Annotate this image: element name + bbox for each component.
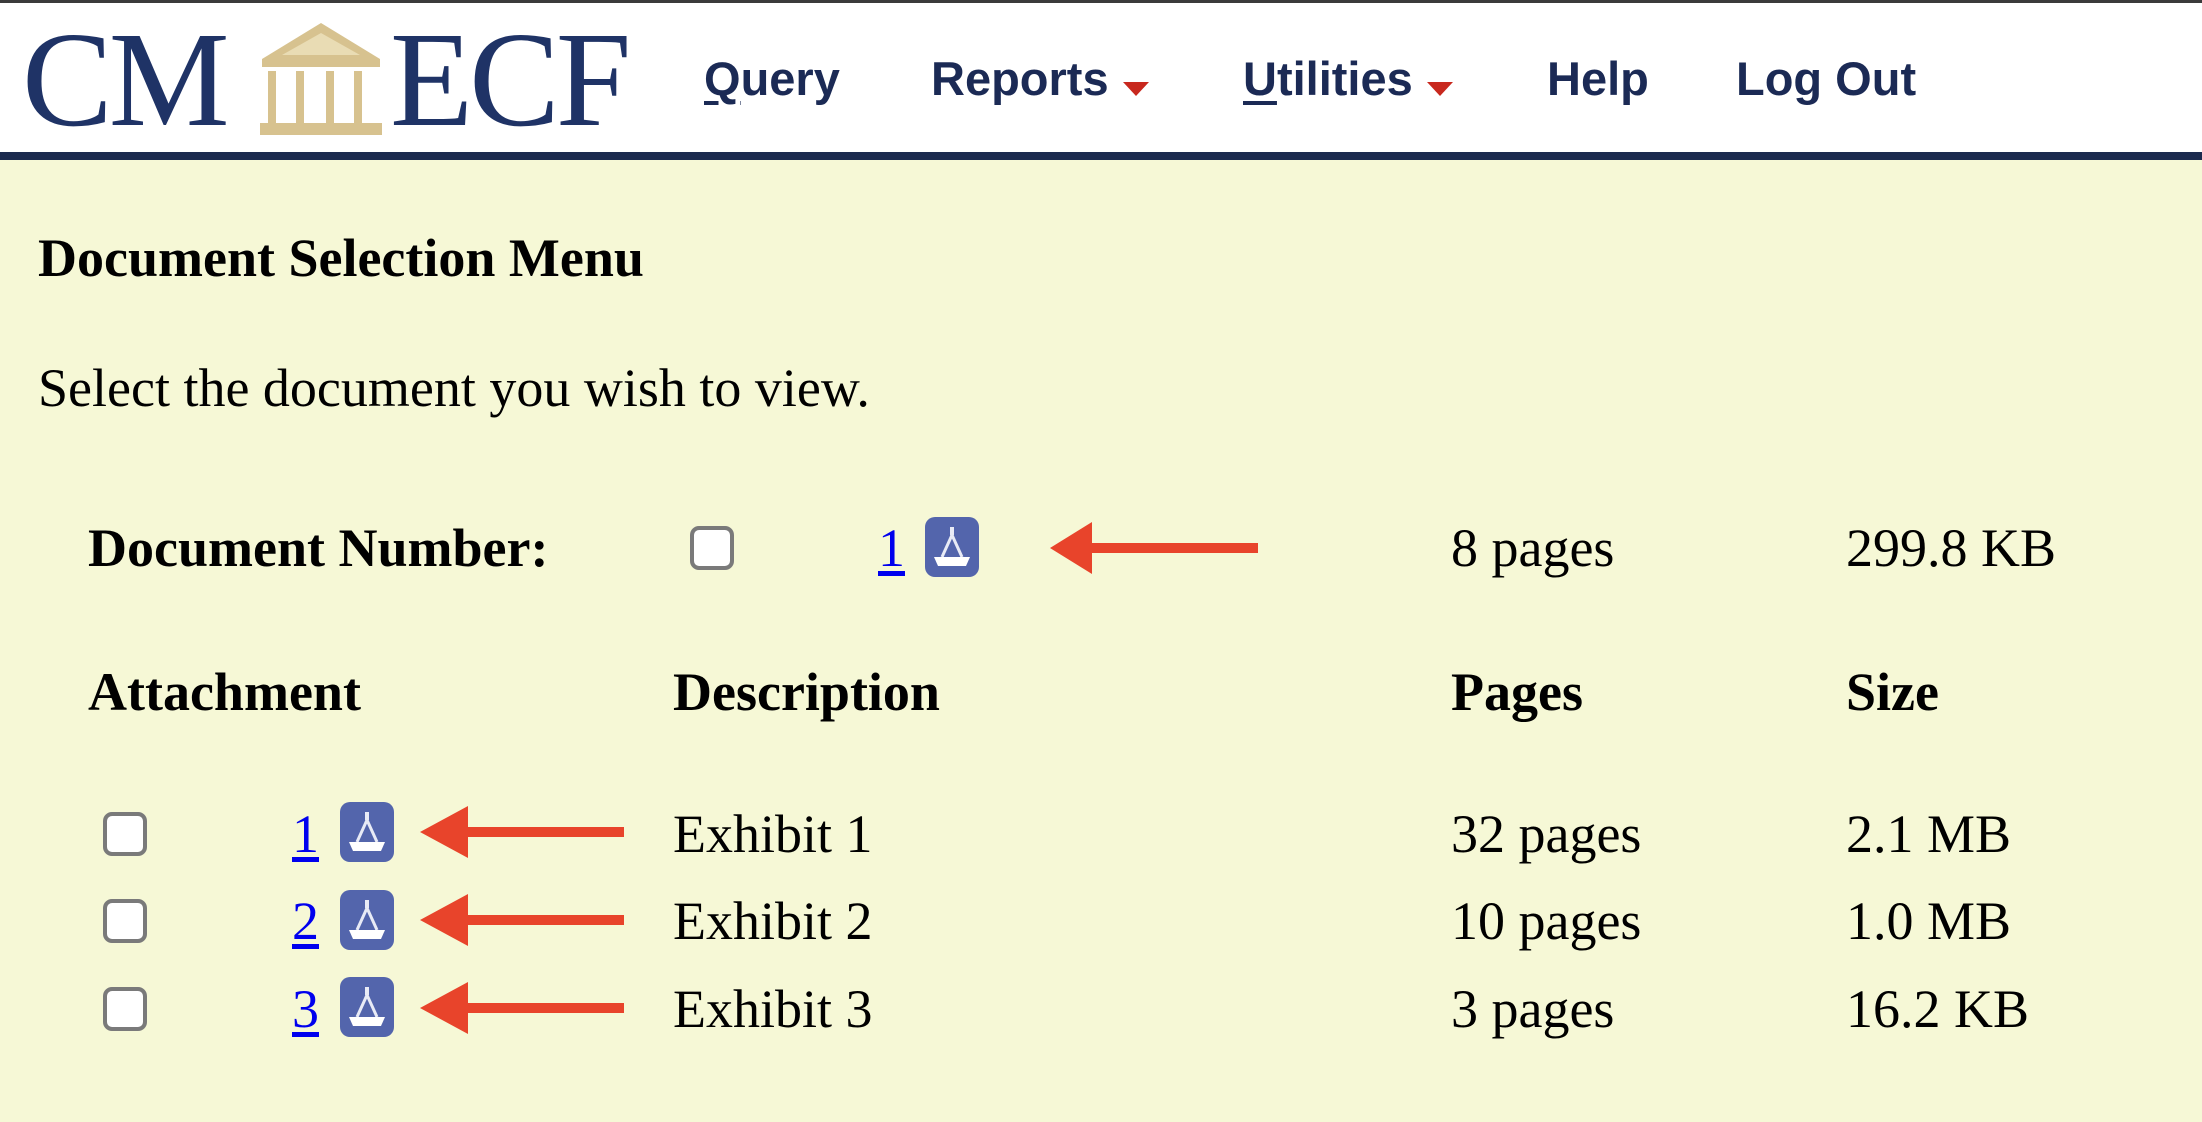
header-divider — [0, 152, 2202, 160]
pdf-view-icon[interactable] — [340, 802, 394, 862]
header-pages: Pages — [1451, 662, 1583, 722]
annotation-arrow-icon — [420, 894, 624, 946]
main-document-link[interactable]: 1 — [878, 518, 905, 578]
dropdown-caret-icon — [1426, 81, 1453, 96]
logo-text-cm: CM — [22, 5, 230, 155]
attachment-pages: 3 pages — [1451, 979, 1615, 1039]
attachment-size: 2.1 MB — [1846, 804, 2012, 864]
page-title: Document Selection Menu — [38, 228, 644, 288]
courthouse-icon — [260, 23, 382, 135]
nav-utilities-label: tilities — [1276, 52, 1413, 105]
attachment-pages: 10 pages — [1451, 891, 1642, 951]
pdf-view-icon[interactable] — [925, 517, 979, 577]
nav-query[interactable]: Query — [704, 49, 840, 109]
attachment-description: Exhibit 3 — [673, 979, 873, 1039]
main-document-pages: 8 pages — [1451, 518, 1615, 578]
pdf-view-icon[interactable] — [340, 890, 394, 950]
nav-reports-label: Reports — [931, 52, 1109, 105]
header-description: Description — [673, 662, 940, 722]
nav-query-accesskey: Q — [704, 52, 741, 105]
attachment-3-link[interactable]: 3 — [292, 979, 319, 1039]
attachment-2-link[interactable]: 2 — [292, 891, 319, 951]
nav-reports[interactable]: Reports — [931, 49, 1149, 109]
attachment-1-link[interactable]: 1 — [292, 804, 319, 864]
attachment-2-checkbox[interactable] — [103, 899, 147, 943]
attachment-size: 16.2 KB — [1846, 979, 2030, 1039]
header-attachment: Attachment — [88, 662, 361, 722]
nav-utilities-accesskey: U — [1243, 52, 1277, 105]
document-number-label: Document Number: — [88, 518, 549, 578]
logo-text-ecf: ECF — [390, 5, 631, 155]
nav-query-label: uery — [740, 52, 840, 105]
main-document-checkbox[interactable] — [690, 526, 734, 570]
header-bar: CM ECF Query Reports Utilities Help Log … — [0, 3, 2202, 152]
attachment-3-checkbox[interactable] — [103, 987, 147, 1031]
cmecf-logo[interactable]: CM ECF — [20, 5, 640, 155]
attachment-description: Exhibit 2 — [673, 891, 873, 951]
main-document-size: 299.8 KB — [1846, 518, 2057, 578]
nav-log-out-label: Log Out — [1736, 52, 1917, 105]
pdf-view-icon[interactable] — [340, 977, 394, 1037]
annotation-arrow-icon — [1050, 522, 1258, 574]
attachment-description: Exhibit 1 — [673, 804, 873, 864]
header-size: Size — [1846, 662, 1939, 722]
instructions-text: Select the document you wish to view. — [38, 358, 870, 418]
attachment-pages: 32 pages — [1451, 804, 1642, 864]
attachment-1-checkbox[interactable] — [103, 812, 147, 856]
nav-utilities[interactable]: Utilities — [1243, 49, 1453, 109]
annotation-arrow-icon — [420, 982, 624, 1034]
annotation-arrow-icon — [420, 806, 624, 858]
attachment-size: 1.0 MB — [1846, 891, 2012, 951]
nav-help-label: Help — [1547, 52, 1649, 105]
dropdown-caret-icon — [1122, 81, 1149, 96]
nav-log-out[interactable]: Log Out — [1736, 49, 1916, 109]
nav-help[interactable]: Help — [1547, 49, 1649, 109]
